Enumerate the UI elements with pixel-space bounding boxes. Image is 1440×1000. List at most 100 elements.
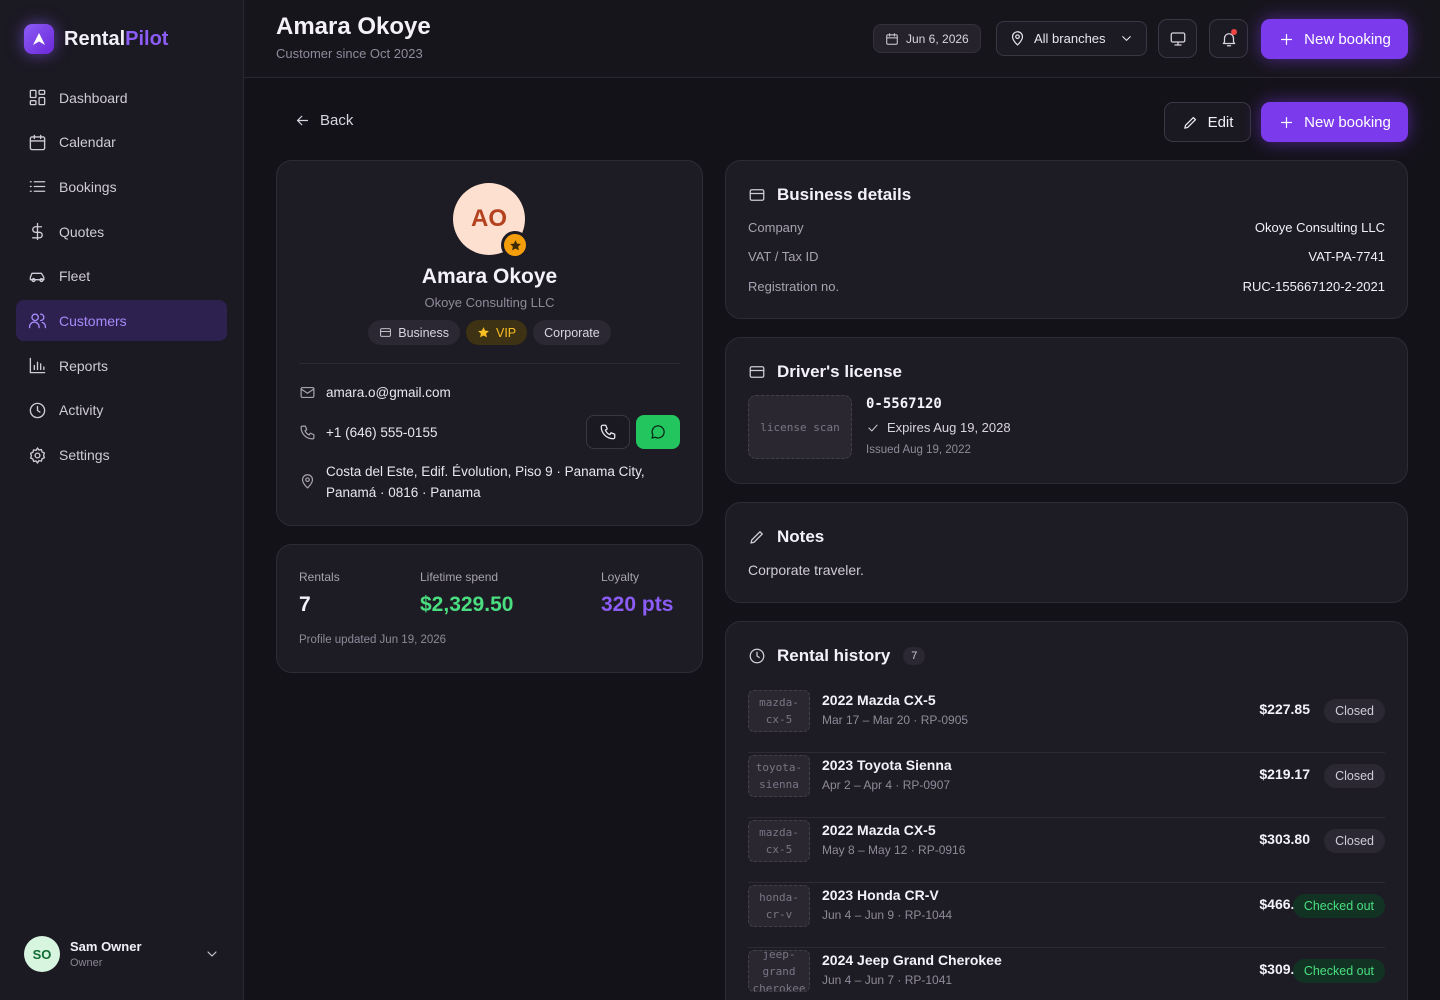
sidebar-item-activity[interactable]: Activity <box>16 390 227 431</box>
phone-icon <box>600 424 616 440</box>
divider <box>299 363 680 364</box>
brand-logo[interactable]: RentalPilot <box>24 24 168 54</box>
kv-key: Registration no. <box>748 279 840 294</box>
date-label: Jun 6, 2026 <box>906 31 969 46</box>
monitor-icon <box>1170 31 1185 46</box>
vehicle-thumbnail: toyota-sienna <box>748 755 810 797</box>
branch-label: All branches <box>1034 31 1106 46</box>
rental-history-row[interactable]: jeep-grand cherokee 2024 Jeep Grand Cher… <box>748 948 1385 1000</box>
pencil-icon <box>1183 116 1196 129</box>
edit-button[interactable]: Edit <box>1164 102 1251 142</box>
sidebar-item-fleet[interactable]: Fleet <box>16 256 227 297</box>
call-button[interactable] <box>586 415 630 449</box>
sidebar-item-label: Settings <box>59 447 110 463</box>
notes-text: Corporate traveler. <box>748 562 864 578</box>
notifications-button[interactable] <box>1209 19 1248 58</box>
rental-history-row[interactable]: mazda-cx-5 2022 Mazda CX-5 May 8 – May 1… <box>748 818 1385 883</box>
chevron-down-icon <box>207 951 217 957</box>
card-icon <box>380 328 392 337</box>
sidebar-item-bookings[interactable]: Bookings <box>16 166 227 207</box>
back-link[interactable]: Back <box>294 112 353 129</box>
calendar-icon <box>886 32 898 45</box>
chart-icon <box>29 357 46 374</box>
card-title: Business details <box>748 185 911 205</box>
status-badge: Closed <box>1324 764 1385 788</box>
loyalty-value: 320 pts <box>601 593 674 616</box>
notes-card: Notes Corporate traveler. <box>725 502 1408 603</box>
kv-value: Okoye Consulting LLC <box>1254 220 1385 235</box>
rental-history-row[interactable]: honda-cr-v 2023 Honda CR-V Jun 4 – Jun 9… <box>748 883 1385 948</box>
tag-corporate: Corporate <box>533 320 611 345</box>
user-name: Sam Owner <box>70 939 142 954</box>
customer-email: amara.o@gmail.com <box>326 385 451 400</box>
sidebar-item-dashboard[interactable]: Dashboard <box>16 77 227 118</box>
spend-label: Lifetime spend <box>420 570 499 584</box>
vat-row: VAT / Tax ID VAT-PA-7741 <box>748 249 1385 264</box>
sidebar-item-quotes[interactable]: Quotes <box>16 211 227 252</box>
rental-dates: Jun 4 – Jun 9 · RP-1044 <box>822 908 953 922</box>
vehicle-name: 2023 Honda CR-V <box>822 887 939 903</box>
card-icon <box>749 189 765 201</box>
status-badge: Checked out <box>1292 894 1385 918</box>
page-title: Amara Okoye <box>276 13 431 40</box>
phone-icon <box>300 425 315 440</box>
profile-card: AO Amara Okoye Okoye Consulting LLC Busi… <box>276 160 703 526</box>
display-mode-button[interactable] <box>1158 19 1197 58</box>
check-icon <box>868 424 878 431</box>
rentals-value: 7 <box>299 593 311 616</box>
history-title: Rental history <box>777 646 891 665</box>
drivers-license-card: Driver's license license scan 0-5567120 … <box>725 337 1408 484</box>
status-badge: Closed <box>1324 699 1385 723</box>
date-display[interactable]: Jun 6, 2026 <box>873 24 981 53</box>
email-row[interactable]: amara.o@gmail.com <box>299 382 451 403</box>
plus-icon <box>1281 33 1293 45</box>
rental-dates: Jun 4 – Jun 7 · RP-1041 <box>822 973 953 987</box>
header-new-booking-button[interactable]: New booking <box>1261 19 1408 59</box>
customer-company: Okoye Consulting LLC <box>424 295 555 310</box>
sidebar-item-label: Activity <box>59 402 104 419</box>
rental-dates: Mar 17 – Mar 20 · RP-0905 <box>822 713 969 727</box>
whatsapp-button[interactable] <box>636 415 680 449</box>
address-line-2: Panamá · 0816 · Panama <box>326 485 481 500</box>
list-icon <box>29 181 46 193</box>
status-badge: Checked out <box>1292 959 1385 983</box>
vehicle-name: 2023 Toyota Sienna <box>822 757 952 773</box>
gear-icon <box>29 446 46 464</box>
rental-dates: May 8 – May 12 · RP-0916 <box>822 843 966 857</box>
vehicle-name: 2024 Jeep Grand Cherokee <box>822 952 1002 968</box>
sidebar-item-calendar[interactable]: Calendar <box>16 122 227 163</box>
sidebar-item-label: Customers <box>59 312 127 329</box>
vehicle-name: 2022 Mazda CX-5 <box>822 822 936 838</box>
phone-row[interactable]: +1 (646) 555-0155 <box>299 422 437 443</box>
avatar: SO <box>24 936 60 972</box>
card-title: Rental history 7 <box>748 646 926 666</box>
sidebar-item-reports[interactable]: Reports <box>16 345 227 386</box>
edit-label: Edit <box>1207 113 1234 131</box>
sidebar-item-settings[interactable]: Settings <box>16 435 227 476</box>
card-icon <box>749 366 765 378</box>
sidebar-item-label: Bookings <box>59 178 117 195</box>
user-role: Owner <box>70 957 103 969</box>
status-badge: Closed <box>1324 829 1385 853</box>
loyalty-label: Loyalty <box>601 570 640 584</box>
license-number: 0-5567120 <box>866 396 942 412</box>
company-row: Company Okoye Consulting LLC <box>748 220 1385 235</box>
kv-value: VAT-PA-7741 <box>1308 249 1385 264</box>
car-icon <box>29 272 45 282</box>
branch-select[interactable]: All branches <box>996 21 1147 56</box>
history-count-badge: 7 <box>903 647 926 665</box>
new-booking-button[interactable]: New booking <box>1261 102 1408 142</box>
rental-history-row[interactable]: mazda-cx-5 2022 Mazda CX-5 Mar 17 – Mar … <box>748 688 1385 753</box>
license-scan-image[interactable]: license scan <box>748 395 852 459</box>
user-menu[interactable]: SO Sam Owner Owner <box>24 936 220 972</box>
plus-icon <box>1281 116 1293 128</box>
dollar-icon <box>32 222 43 241</box>
notes-title: Notes <box>777 527 825 546</box>
page-subtitle: Customer since Oct 2023 <box>276 46 423 61</box>
rental-history-row[interactable]: toyota-sienna 2023 Toyota Sienna Apr 2 –… <box>748 753 1385 818</box>
vehicle-thumbnail: jeep-grand cherokee <box>748 950 810 992</box>
users-icon <box>28 313 47 329</box>
avatar-initials: AO <box>471 205 507 232</box>
tag-label: Corporate <box>544 325 600 340</box>
sidebar-item-customers[interactable]: Customers <box>16 300 227 342</box>
